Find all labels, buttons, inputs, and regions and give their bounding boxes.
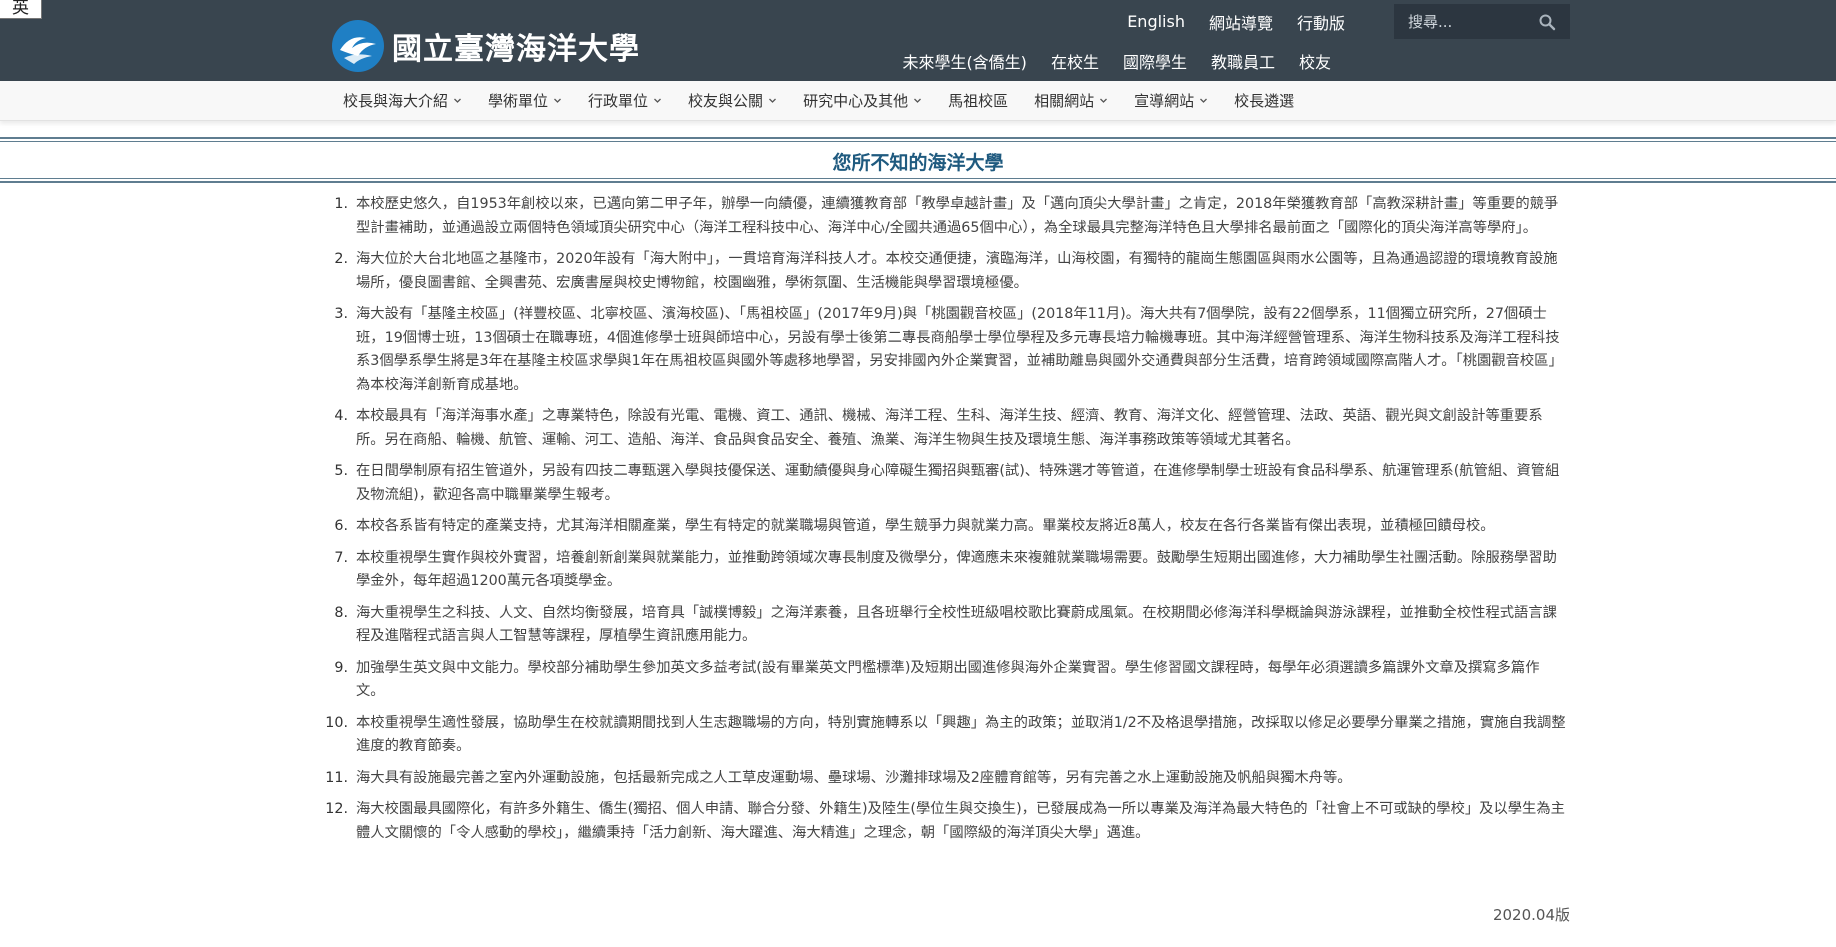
fact-text: 在日間學制原有招生管道外，另設有四技二專甄選入學與技優保送、運動績優與身心障礙生…: [356, 463, 1560, 503]
sitemap-link[interactable]: 網站導覽: [1209, 10, 1273, 34]
university-logo[interactable]: 國立臺灣海洋大學: [332, 14, 662, 78]
fact-text: 海大具有設施最完善之室內外運動設施，包括最新完成之人工草皮運動場、壘球場、沙灘排…: [356, 769, 1352, 786]
fact-text: 海大設有「基隆主校區」(祥豐校區、北寧校區、濱海校區)、「馬祖校區」(2017年…: [356, 306, 1563, 393]
fact-item: 10. 本校重視學生適性發展，協助學生在校就讀期間找到人生志趣職場的方向，特別實施…: [316, 712, 1566, 759]
fact-number: 2.: [334, 251, 348, 267]
fact-text: 海大校園最具國際化，有許多外籍生、僑生(獨招、個人申請、聯合分發、外籍生)及陸生…: [356, 801, 1565, 841]
fact-item: 6. 本校各系皆有特定的產業支持，尤其海洋相關產業，學生有特定的就業職場與管道，學…: [316, 515, 1566, 539]
fact-number: 4.: [334, 408, 348, 424]
fact-number: 1.: [334, 196, 348, 212]
faculty-staff-link[interactable]: 教職員工: [1211, 49, 1275, 73]
fact-number: 9.: [334, 659, 348, 676]
english-link[interactable]: English: [1127, 12, 1185, 31]
fact-text: 加強學生英文與中文能力。學校部分補助學生參加英文多益考試(設有畢業英文門檻標準)…: [356, 659, 1540, 700]
nav-item-5[interactable]: 研究中心及其他: [803, 90, 922, 111]
fact-text: 本校歷史悠久，自1953年創校以來，已邁向第二甲子年，辦學一向績優，連續獲教育部…: [356, 196, 1559, 236]
fact-text: 本校重視學生實作與校外實習，培養創新創業與就業能力，並推動跨領域次專長制度及微學…: [356, 549, 1557, 590]
nav-item-2[interactable]: 學術單位: [488, 90, 562, 111]
chevron-down-icon: [769, 98, 777, 103]
fact-item: 12. 海大校園最具國際化，有許多外籍生、僑生(獨招、個人申請、聯合分發、外籍生)…: [316, 798, 1566, 845]
current-students-link[interactable]: 在校生: [1051, 49, 1099, 73]
fact-item: 2. 海大位於大台北地區之基隆市，2020年設有「海大附中」，一貫培育海洋科技人才…: [316, 248, 1566, 295]
nav-item-6[interactable]: 馬祖校區: [948, 90, 1008, 111]
version-label: 2020.04版: [1492, 906, 1570, 924]
search-icon[interactable]: [1538, 13, 1556, 31]
fact-number: 3.: [334, 306, 348, 322]
nav-item-label: 校友與公關: [688, 92, 764, 110]
nav-item-label: 研究中心及其他: [803, 92, 909, 110]
audience-links: 未來學生(含僑生) 在校生 國際學生 教職員工 校友: [878, 50, 1331, 72]
fact-text: 本校各系皆有特定的產業支持，尤其海洋相關產業，學生有特定的就業職場與管道，學生競…: [356, 518, 1495, 534]
fact-item: 7. 本校重視學生實作與校外實習，培養創新創業與就業能力，並推動跨領域次專長制度及…: [316, 547, 1566, 594]
fact-number: 10.: [325, 714, 348, 731]
fact-number: 5.: [334, 463, 348, 479]
fact-number: 6.: [334, 518, 348, 534]
nav-item-label: 宣導網站: [1134, 92, 1195, 110]
language-badge[interactable]: 英: [0, 0, 42, 19]
fact-item: 8. 海大重視學生之科技、人文、自然均衡發展，培育具「誠樸博毅」之海洋素養，且各班…: [316, 602, 1566, 649]
chevron-down-icon: [1100, 98, 1108, 103]
wave-emblem-icon: [332, 20, 384, 72]
nav-item-9[interactable]: 校長遴選: [1234, 90, 1294, 111]
nav-item-3[interactable]: 行政單位: [588, 90, 662, 111]
nav-item-7[interactable]: 相關網站: [1034, 90, 1108, 111]
fact-text: 本校重視學生適性發展，協助學生在校就讀期間找到人生志趣職場的方向，特別實施轉系以…: [356, 714, 1566, 755]
chevron-down-icon: [1200, 98, 1208, 103]
fact-text: 本校最具有「海洋海事水產」之專業特色，除設有光電、電機、資工、通訊、機械、海洋工…: [356, 408, 1543, 448]
chevron-down-icon: [654, 98, 662, 103]
nav-item-8[interactable]: 宣導網站: [1134, 90, 1208, 111]
site-header: 英 國立臺灣海洋大學 English 網站導覽 行動版 未來學生(含僑生) 在校…: [0, 0, 1836, 81]
fact-item: 9. 加強學生英文與中文能力。學校部分補助學生參加英文多益考試(設有畢業英文門檻標…: [316, 657, 1566, 704]
nav-item-label: 行政單位: [588, 92, 649, 110]
nav-item-label: 相關網站: [1034, 92, 1095, 110]
main-nav: 校長與海大介紹 學術單位 行政單位 校友與公關 研究中心及其他 馬祖校區 相關網站 宣導網站 校…: [0, 81, 1836, 121]
nav-item-1[interactable]: 校長與海大介紹: [343, 90, 462, 111]
international-students-link[interactable]: 國際學生: [1123, 49, 1187, 73]
chevron-down-icon: [454, 98, 461, 103]
nav-item-4[interactable]: 校友與公關: [688, 90, 777, 111]
chevron-down-icon: [554, 98, 561, 103]
nav-item-label: 校長與海大介紹: [343, 92, 449, 110]
utility-links: English 網站導覽 行動版: [1103, 8, 1345, 35]
fact-number: 8.: [334, 604, 348, 621]
fact-item: 3. 海大設有「基隆主校區」(祥豐校區、北寧校區、濱海校區)、「馬祖校區」(201…: [316, 303, 1566, 397]
logo-text: 國立臺灣海洋大學: [392, 32, 640, 67]
alumni-link[interactable]: 校友: [1299, 49, 1331, 73]
title-band: 您所不知的海洋大學: [0, 137, 1836, 183]
mobile-version-link[interactable]: 行動版: [1297, 10, 1345, 34]
search-input[interactable]: [1394, 11, 1550, 32]
page-title: 您所不知的海洋大學: [832, 152, 1004, 174]
facts-list: 1. 本校歷史悠久，自1953年創校以來，已邁向第二甲子年，辦學一向績優，連續獲教…: [316, 193, 1566, 845]
fact-item: 11. 海大具有設施最完善之室內外運動設施，包括最新完成之人工草皮運動場、壘球場、…: [316, 767, 1566, 791]
main-nav-items: 校長與海大介紹 學術單位 行政單位 校友與公關 研究中心及其他 馬祖校區 相關網站 宣導網站 校…: [343, 81, 1320, 120]
nav-item-label: 馬祖校區: [948, 92, 1009, 110]
fact-item: 4. 本校最具有「海洋海事水產」之專業特色，除設有光電、電機、資工、通訊、機械、海…: [316, 405, 1566, 452]
fact-text: 海大位於大台北地區之基隆市，2020年設有「海大附中」，一貫培育海洋科技人才。本…: [356, 251, 1558, 291]
fact-item: 5. 在日間學制原有招生管道外，另設有四技二專甄選入學與技優保送、運動績優與身心障…: [316, 460, 1566, 507]
main-content: 1. 本校歷史悠久，自1953年創校以來，已邁向第二甲子年，辦學一向績優，連續獲教…: [316, 193, 1566, 853]
fact-number: 12.: [325, 801, 348, 817]
fact-text: 海大重視學生之科技、人文、自然均衡發展，培育具「誠樸博毅」之海洋素養，且各班舉行…: [356, 604, 1557, 645]
nav-item-label: 校長遴選: [1234, 92, 1295, 110]
nav-item-label: 學術單位: [488, 92, 549, 110]
future-students-link[interactable]: 未來學生(含僑生): [902, 49, 1027, 73]
fact-number: 7.: [334, 549, 348, 566]
fact-number: 11.: [325, 769, 348, 786]
search-box: [1394, 4, 1570, 39]
fact-item: 1. 本校歷史悠久，自1953年創校以來，已邁向第二甲子年，辦學一向績優，連續獲教…: [316, 193, 1566, 240]
chevron-down-icon: [914, 98, 922, 103]
